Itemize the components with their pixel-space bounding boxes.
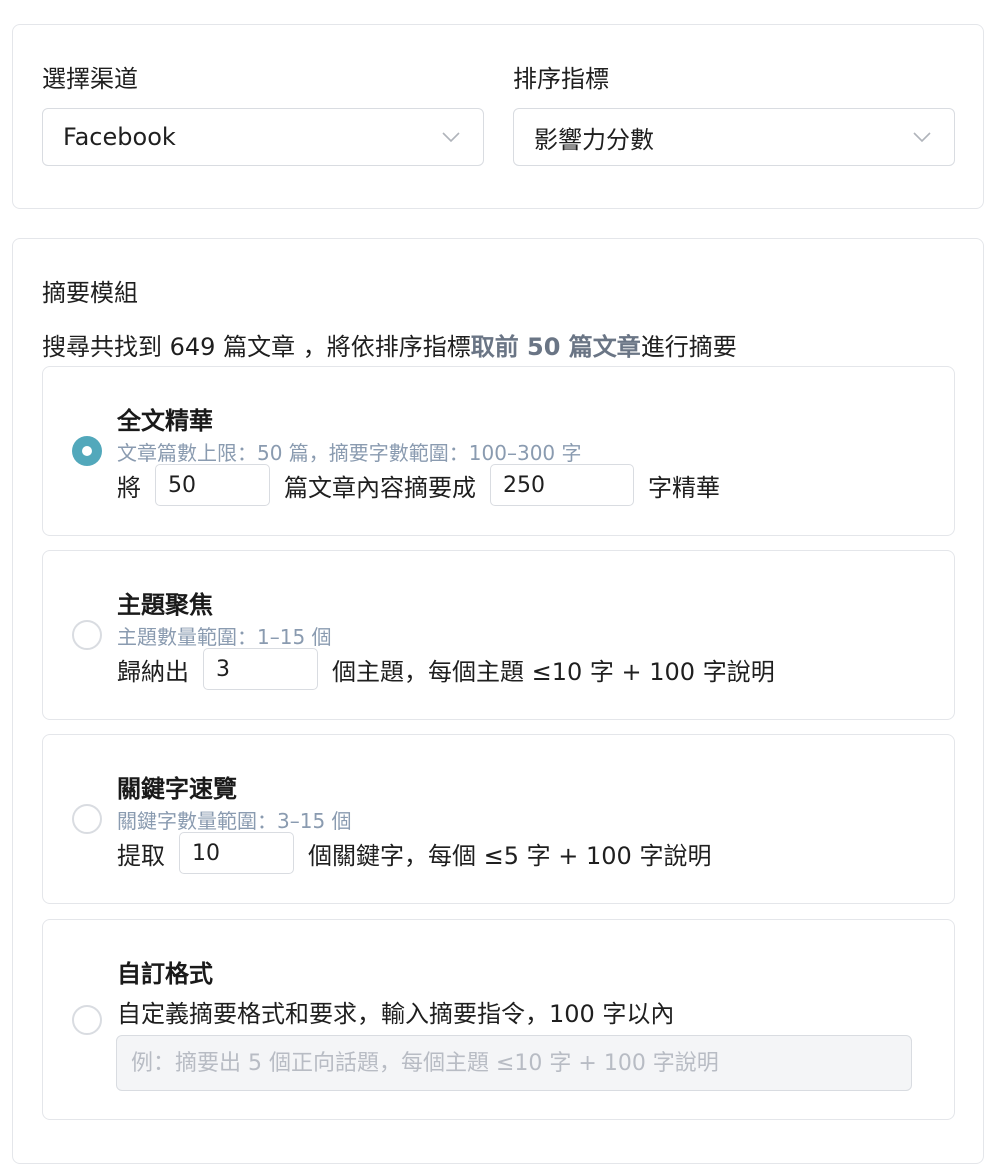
option-text-pre: 提取 [117,841,165,870]
channel-select-value: Facebook [63,123,176,151]
search-info-prefix: 搜尋共找到 649 篇文章 ，將依排序指標 [42,333,471,361]
option-topic-focus[interactable]: 主題聚焦 主題數量範圍：1–15 個 歸納出 個主題，每個主題 ≤10 字 + … [42,550,955,720]
section-title: 摘要模組 [42,279,138,307]
option-hint: 關鍵字數量範圍：3–15 個 [117,809,352,833]
filter-card: 選擇渠道 Facebook 排序指標 影響力分數 [12,24,984,209]
option-title: 主題聚焦 [117,591,213,619]
keyword-count-input[interactable] [179,832,294,874]
option-hint: 文章篇數上限：50 篇，摘要字數範圍：100–300 字 [117,441,582,465]
radio-custom-format[interactable] [72,1005,102,1035]
search-info-highlight: 取前 50 篇文章 [470,333,641,361]
search-info-suffix: 進行摘要 [640,333,737,361]
topic-count-input[interactable] [203,648,318,690]
option-text-post: 個關鍵字，每個 ≤5 字 + 100 字說明 [308,841,712,870]
option-text-mid: 篇文章內容摘要成 [284,473,476,502]
option-config-line: 提取 個關鍵字，每個 ≤5 字 + 100 字說明 [117,832,711,874]
radio-full-summary[interactable] [72,436,102,466]
chevron-down-icon [913,132,931,143]
sort-select[interactable]: 影響力分數 [513,108,955,166]
summary-module-card: 摘要模組 搜尋共找到 649 篇文章 ，將依排序指標取前 50 篇文章進行摘要 … [12,238,984,1164]
channel-label: 選擇渠道 [42,65,138,93]
option-full-summary[interactable]: 全文精華 文章篇數上限：50 篇，摘要字數範圍：100–300 字 將 篇文章內… [42,366,955,536]
option-text-pre: 歸納出 [117,657,189,686]
chevron-down-icon [442,132,460,143]
option-config-line: 歸納出 個主題，每個主題 ≤10 字 + 100 字說明 [117,648,775,690]
word-count-input[interactable] [490,464,634,506]
sort-label: 排序指標 [513,65,609,93]
option-hint: 主題數量範圍：1–15 個 [117,625,332,649]
radio-topic-focus[interactable] [72,620,102,650]
option-keyword-overview[interactable]: 關鍵字速覽 關鍵字數量範圍：3–15 個 提取 個關鍵字，每個 ≤5 字 + 1… [42,734,955,904]
channel-select[interactable]: Facebook [42,108,484,166]
radio-keyword-overview[interactable] [72,804,102,834]
search-result-info: 搜尋共找到 649 篇文章 ，將依排序指標取前 50 篇文章進行摘要 [42,327,737,362]
option-title: 全文精華 [117,407,213,435]
option-title: 關鍵字速覽 [117,775,237,803]
option-text-pre: 將 [117,473,141,502]
option-config-line: 將 篇文章內容摘要成 字精華 [117,464,720,506]
option-text-post: 字精華 [648,473,720,502]
option-text-post: 個主題，每個主題 ≤10 字 + 100 字說明 [332,657,775,686]
article-count-input[interactable] [155,464,270,506]
custom-prompt-input[interactable] [116,1035,912,1091]
option-description: 自定義摘要格式和要求，輸入摘要指令，100 字以內 [117,1000,675,1028]
option-custom-format[interactable]: 自訂格式 自定義摘要格式和要求，輸入摘要指令，100 字以內 [42,919,955,1120]
sort-select-value: 影響力分數 [534,125,654,154]
option-title: 自訂格式 [117,960,213,988]
